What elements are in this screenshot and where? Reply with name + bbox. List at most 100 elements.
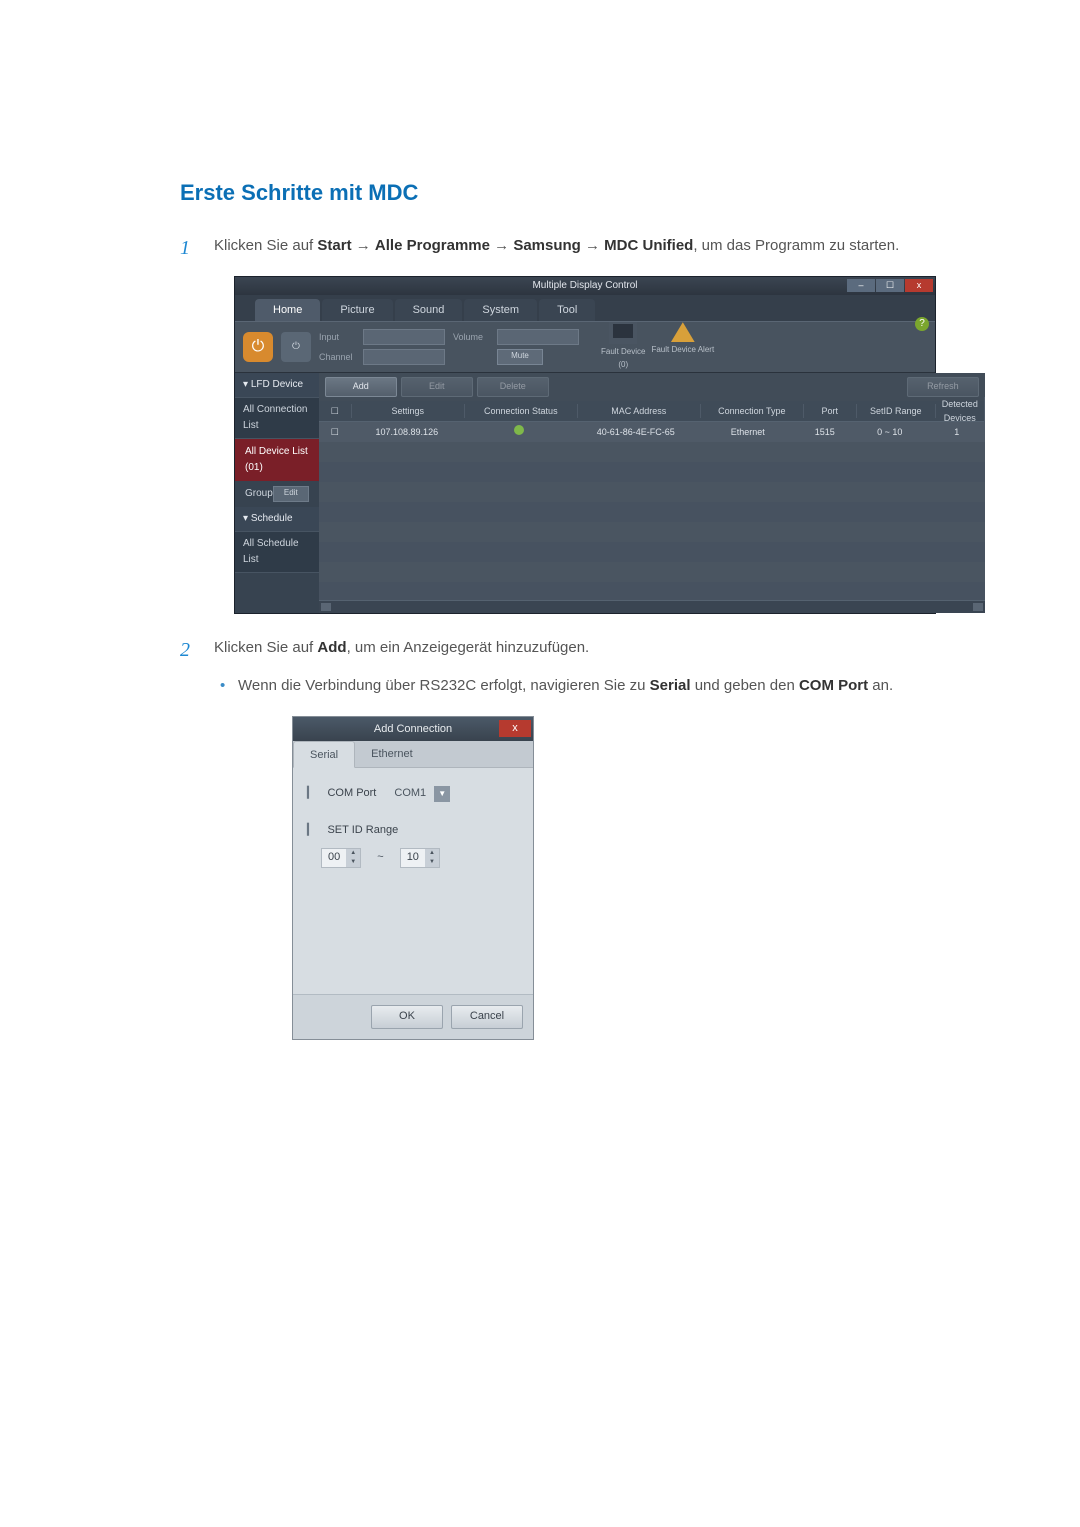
kw-add: Add	[317, 639, 346, 656]
edit-button[interactable]: Edit	[401, 377, 473, 397]
row-checkbox[interactable]: ☐	[331, 427, 339, 437]
col-setid-range: SetID Range	[857, 404, 936, 418]
add-connection-dialog: Add Connection x Serial Ethernet ▎	[292, 716, 534, 1040]
range-from-value: 00	[322, 849, 346, 867]
chevron-down-icon: ▾	[243, 513, 248, 524]
window-title: Multiple Display Control	[532, 280, 637, 291]
sidebar-item-group: Group Edit	[235, 481, 319, 507]
substep-serial: Wenn die Verbindung über RS232C erfolgt,…	[238, 674, 960, 1040]
fault-alert-indicator[interactable]: Fault Device Alert	[651, 322, 714, 372]
power-on-icon[interactable]: ⏻	[243, 332, 273, 362]
window-minimize-button[interactable]: –	[847, 279, 875, 292]
chevron-down-icon: ▾	[243, 379, 248, 390]
fault-device-label: Fault Device	[601, 346, 645, 359]
sidebar-section-schedule[interactable]: ▾ Schedule	[235, 507, 319, 532]
ribbon-channel-label: Channel	[319, 350, 359, 364]
col-connection-type: Connection Type	[701, 404, 804, 418]
ok-button[interactable]: OK	[371, 1005, 443, 1029]
kw-samsung: Samsung	[513, 237, 581, 254]
tab-serial[interactable]: Serial	[293, 741, 355, 768]
tab-system[interactable]: System	[464, 299, 537, 321]
page-title: Erste Schritte mit MDC	[180, 180, 960, 206]
warning-icon	[671, 322, 695, 342]
range-from-stepper[interactable]: 00 ▲▼	[321, 848, 361, 868]
sidebar-section-lfd[interactable]: ▾ LFD Device	[235, 373, 319, 398]
setid-range-label: SET ID Range	[327, 822, 398, 840]
step-number: 1	[180, 232, 190, 264]
arrow-icon: →	[490, 237, 513, 254]
text: Klicken Sie auf	[214, 237, 317, 254]
label: Schedule	[251, 513, 293, 524]
group-label: Group	[245, 486, 273, 502]
tab-home[interactable]: Home	[255, 299, 320, 321]
add-button[interactable]: Add	[325, 377, 397, 397]
empty-rows	[319, 442, 985, 600]
ribbon-volume-label: Volume	[453, 330, 493, 344]
delete-button[interactable]: Delete	[477, 377, 549, 397]
kw-start: Start	[317, 237, 351, 254]
range-to-value: 10	[401, 849, 425, 867]
text: an.	[868, 677, 893, 694]
help-icon[interactable]: ?	[915, 317, 929, 331]
window-maximize-button[interactable]: ☐	[876, 279, 904, 292]
tab-sound[interactable]: Sound	[395, 299, 463, 321]
col-mac: MAC Address	[578, 404, 701, 418]
monitor-icon	[609, 322, 637, 344]
step-text: Klicken Sie auf Add, um ein Anzeigegerät…	[214, 639, 589, 656]
group-edit-button[interactable]: Edit	[273, 486, 309, 502]
spin-down-icon[interactable]: ▼	[425, 858, 439, 867]
field-marker-icon: ▎	[307, 785, 315, 803]
ribbon-input-label: Input	[319, 330, 359, 344]
refresh-button[interactable]: Refresh	[907, 377, 979, 397]
horizontal-scrollbar[interactable]	[319, 600, 985, 613]
text: , um das Programm zu starten.	[693, 237, 899, 254]
arrow-icon: →	[581, 237, 604, 254]
col-checkbox[interactable]: ☐	[319, 404, 352, 418]
comport-label: COM Port	[327, 785, 376, 803]
dropdown-icon[interactable]: ▼	[434, 786, 450, 802]
text: Klicken Sie auf	[214, 639, 317, 656]
cell-mac: 40-61-86-4E-FC-65	[575, 425, 697, 439]
mdc-window: Multiple Display Control – ☐ x ? Home Pi…	[234, 276, 936, 614]
cell-ip: 107.108.89.126	[351, 425, 463, 439]
range-to-stepper[interactable]: 10 ▲▼	[400, 848, 440, 868]
fault-device-indicator[interactable]: Fault Device (0)	[601, 322, 645, 372]
col-settings: Settings	[352, 404, 465, 418]
main-tabs: Home Picture Sound System Tool	[235, 295, 935, 321]
fault-device-count: (0)	[601, 359, 645, 372]
cancel-button[interactable]: Cancel	[451, 1005, 523, 1029]
sidebar-item-all-connection[interactable]: All Connection List	[235, 398, 319, 439]
tab-tool[interactable]: Tool	[539, 299, 595, 321]
tab-picture[interactable]: Picture	[322, 299, 392, 321]
range-separator: ~	[377, 849, 383, 867]
tab-ethernet[interactable]: Ethernet	[355, 741, 429, 767]
spin-up-icon[interactable]: ▲	[346, 849, 360, 858]
spin-up-icon[interactable]: ▲	[425, 849, 439, 858]
sidebar-item-all-schedule[interactable]: All Schedule List	[235, 532, 319, 573]
dialog-close-button[interactable]: x	[499, 720, 531, 737]
device-table-header: ☐ Settings Connection Status MAC Address…	[319, 401, 985, 422]
text: , um ein Anzeigegerät hinzuzufügen.	[347, 639, 590, 656]
label: LFD Device	[251, 379, 303, 390]
channel-select[interactable]	[363, 349, 445, 365]
input-select[interactable]	[363, 329, 445, 345]
ribbon: ⏻ ⏻ Input Channel Volume Mute	[235, 321, 935, 373]
volume-field[interactable]	[497, 329, 579, 345]
arrow-icon: →	[352, 237, 375, 254]
table-row[interactable]: ☐ 107.108.89.126 40-61-86-4E-FC-65 Ether…	[319, 422, 985, 442]
cell-detected: 1	[929, 425, 985, 439]
step-text: Klicken Sie auf Start → Alle Programme →…	[214, 237, 899, 254]
cell-range: 0 ~ 10	[851, 425, 929, 439]
sidebar: ▾ LFD Device All Connection List All Dev…	[235, 373, 319, 613]
dialog-titlebar: Add Connection x	[293, 717, 533, 741]
window-titlebar: Multiple Display Control – ☐ x	[235, 277, 935, 295]
mute-button[interactable]: Mute	[497, 349, 543, 365]
spin-down-icon[interactable]: ▼	[346, 858, 360, 867]
window-close-button[interactable]: x	[905, 279, 933, 292]
kw-alle-programme: Alle Programme	[375, 237, 490, 254]
comport-value: COM1	[386, 783, 434, 805]
kw-serial: Serial	[650, 677, 691, 694]
power-off-icon[interactable]: ⏻	[281, 332, 311, 362]
sidebar-item-all-device-list[interactable]: All Device List (01)	[235, 439, 319, 481]
comport-select[interactable]: COM1 ▼	[386, 784, 450, 804]
